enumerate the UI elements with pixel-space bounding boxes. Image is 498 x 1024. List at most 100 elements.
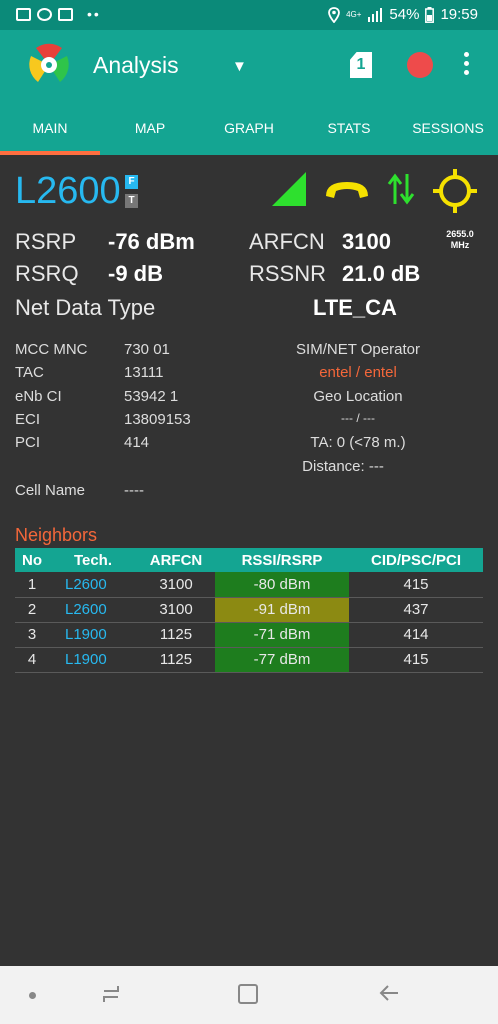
neighbor-pci: 414 bbox=[349, 622, 483, 648]
rssnr-value: 21.0 dB bbox=[342, 261, 421, 286]
cell-name-label: Cell Name bbox=[15, 482, 86, 499]
frequency-value: 2655.0 MHz bbox=[440, 229, 480, 251]
neighbor-rsrp: -80 dBm bbox=[215, 572, 349, 598]
arfcn-label: ARFCN bbox=[249, 229, 325, 254]
rsrq-value: -9 dB bbox=[108, 261, 163, 286]
signal-strength-icon bbox=[272, 172, 306, 206]
record-button[interactable] bbox=[407, 52, 433, 78]
cell-signal-icon bbox=[368, 7, 383, 22]
neighbors-table: No Tech. ARFCN RSSI/RSRP CID/PSC/PCI 1 L… bbox=[15, 548, 483, 673]
distance: Distance: --- bbox=[302, 458, 384, 475]
network-type: 4G+ bbox=[346, 9, 362, 19]
tab-bar: MAIN MAP GRAPH STATS SESSIONS bbox=[0, 100, 498, 155]
table-header-row: No Tech. ARFCN RSSI/RSRP CID/PSC/PCI bbox=[15, 548, 483, 572]
rsrp-label: RSRP bbox=[15, 229, 77, 254]
neighbor-pci: 437 bbox=[349, 597, 483, 623]
table-row[interactable]: 2 L2600 3100 -91 dBm 437 bbox=[15, 597, 483, 623]
data-transfer-icon bbox=[387, 173, 415, 205]
recent-apps-icon[interactable] bbox=[100, 983, 122, 1005]
neighbor-pci: 415 bbox=[349, 572, 483, 598]
mcc-mnc-label: MCC MNC bbox=[15, 341, 88, 358]
frequency-number: 2655.0 bbox=[446, 229, 474, 239]
table-row[interactable]: 4 L1900 1125 -77 dBm 415 bbox=[15, 647, 483, 673]
tab-sessions[interactable]: SESSIONS bbox=[398, 120, 498, 136]
neighbor-tech: L1900 bbox=[49, 622, 137, 648]
home-icon[interactable] bbox=[238, 984, 258, 1004]
tab-map[interactable]: MAP bbox=[100, 120, 200, 136]
pci-value: 414 bbox=[124, 434, 150, 451]
active-tab-indicator bbox=[0, 151, 100, 155]
serving-tech: L2600 bbox=[15, 170, 121, 212]
back-icon[interactable] bbox=[378, 982, 400, 1004]
rsrq-label: RSRQ bbox=[15, 261, 79, 286]
battery-icon bbox=[425, 6, 435, 23]
system-icons: 4G+ 54% 19:59 bbox=[328, 6, 478, 23]
table-row[interactable]: 1 L2600 3100 -80 dBm 415 bbox=[15, 572, 483, 598]
tac-value: 13111 bbox=[124, 364, 164, 381]
enb-ci-value: 53942 1 bbox=[124, 388, 179, 405]
arfcn-value: 3100 bbox=[342, 229, 391, 254]
gps-fix-icon[interactable] bbox=[432, 168, 478, 214]
net-data-type-label: Net Data Type bbox=[15, 295, 156, 320]
geo-location-value: --- / --- bbox=[341, 411, 375, 425]
neighbor-tech: L1900 bbox=[49, 647, 137, 673]
gallery-icon bbox=[16, 7, 31, 21]
neighbor-rsrp: -71 dBm bbox=[215, 622, 349, 648]
chevron-down-icon[interactable]: ▼ bbox=[232, 58, 247, 75]
neighbor-tech: L2600 bbox=[49, 572, 137, 598]
system-nav-bar bbox=[0, 966, 498, 1024]
neighbor-no: 1 bbox=[15, 572, 49, 598]
operator-label: SIM/NET Operator bbox=[296, 341, 420, 358]
neighbor-arfcn: 1125 bbox=[137, 647, 215, 673]
neighbor-rsrp: -91 dBm bbox=[215, 597, 349, 623]
column-header: No bbox=[15, 548, 49, 572]
mcc-mnc-value: 730 01 bbox=[124, 341, 170, 358]
geo-location-label: Geo Location bbox=[313, 388, 403, 405]
tab-stats[interactable]: STATS bbox=[299, 120, 399, 136]
column-header: ARFCN bbox=[137, 548, 215, 572]
neighbors-title: Neighbors bbox=[15, 525, 98, 545]
more-notifications-icon: •• bbox=[87, 6, 101, 22]
tac-label: TAC bbox=[15, 364, 44, 381]
pci-label: PCI bbox=[15, 434, 41, 451]
mail-icon bbox=[58, 7, 73, 21]
notification-icons: •• bbox=[16, 7, 101, 21]
call-icon bbox=[326, 182, 368, 198]
cell-name-value: ---- bbox=[124, 482, 144, 499]
operator-value: entel / entel bbox=[319, 364, 397, 381]
column-header: RSSI/RSRP bbox=[215, 548, 349, 572]
timing-advance: TA: 0 (<78 m.) bbox=[310, 434, 406, 451]
neighbor-no: 2 bbox=[15, 597, 49, 623]
rsrp-value: -76 dBm bbox=[108, 229, 195, 254]
page-title: Analysis bbox=[93, 52, 179, 78]
enb-ci-label: eNb CI bbox=[15, 388, 62, 405]
status-bar: •• 4G+ 54% 19:59 bbox=[0, 0, 498, 30]
tab-main[interactable]: MAIN bbox=[0, 120, 100, 136]
app-toolbar: Analysis ▼ 1 bbox=[0, 30, 498, 100]
eci-label: ECI bbox=[15, 411, 41, 428]
tdd-badge: T bbox=[125, 194, 138, 208]
net-data-type-value: LTE_CA bbox=[313, 295, 397, 320]
location-icon bbox=[328, 6, 340, 23]
tab-graph[interactable]: GRAPH bbox=[199, 120, 299, 136]
neighbor-pci: 415 bbox=[349, 647, 483, 673]
column-header: Tech. bbox=[49, 548, 137, 572]
neighbor-no: 3 bbox=[15, 622, 49, 648]
more-options-icon[interactable] bbox=[462, 52, 470, 78]
neighbor-tech: L2600 bbox=[49, 597, 137, 623]
rssnr-label: RSSNR bbox=[249, 261, 327, 286]
nav-dot-icon[interactable] bbox=[29, 992, 36, 999]
clock: 19:59 bbox=[440, 6, 478, 23]
eci-value: 13809153 bbox=[124, 411, 191, 428]
neighbor-arfcn: 3100 bbox=[137, 572, 215, 598]
neighbor-arfcn: 1125 bbox=[137, 622, 215, 648]
sim-card-icon[interactable]: 1 bbox=[350, 52, 372, 78]
neighbor-rsrp: -77 dBm bbox=[215, 647, 349, 673]
browser-icon bbox=[37, 7, 52, 21]
app-logo-icon bbox=[29, 43, 69, 82]
battery-percent: 54% bbox=[389, 6, 420, 23]
frequency-unit: MHz bbox=[450, 240, 470, 250]
table-row[interactable]: 3 L1900 1125 -71 dBm 414 bbox=[15, 622, 483, 648]
column-header: CID/PSC/PCI bbox=[349, 548, 483, 572]
fdd-badge: F bbox=[125, 175, 138, 189]
